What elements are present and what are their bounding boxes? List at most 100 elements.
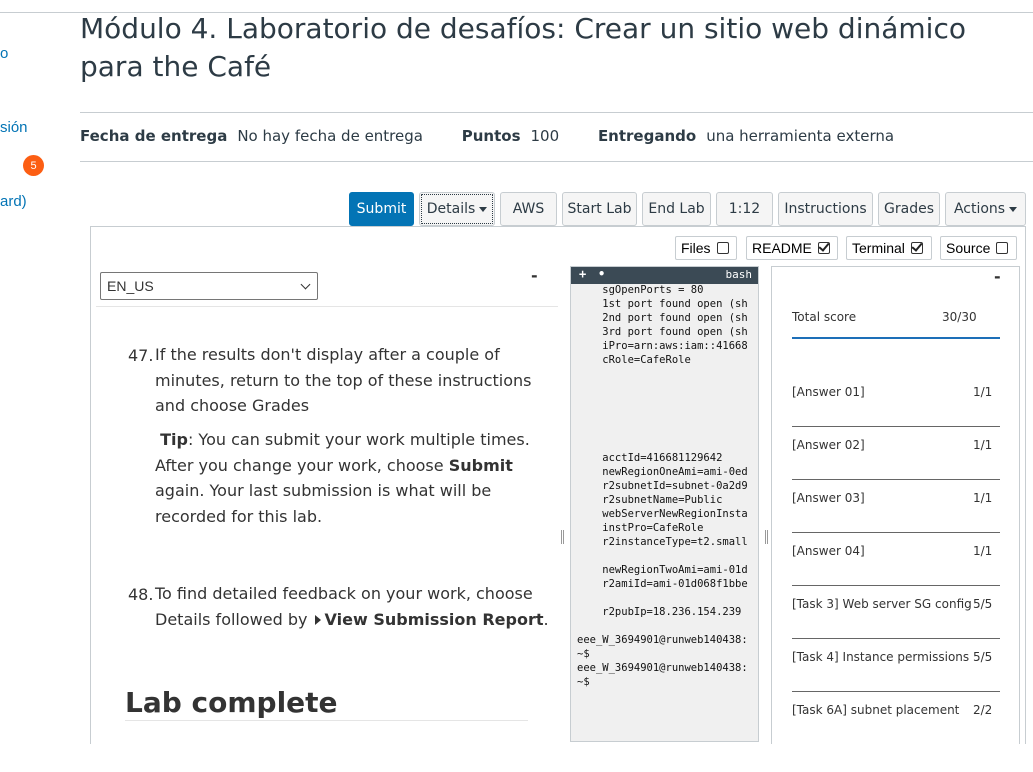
grade-row-label: [Task 4] Instance permissions bbox=[792, 650, 970, 664]
submit-emphasis: Submit bbox=[448, 455, 513, 475]
caret-down-icon bbox=[479, 206, 488, 212]
grade-row-score: 1/1 bbox=[973, 385, 993, 399]
grade-row-label: [Answer 04] bbox=[792, 544, 865, 558]
course-nav: o sión 5 ard) bbox=[0, 0, 60, 260]
grade-row: [Answer 04] 1/1 bbox=[792, 533, 1000, 586]
terminal-line: cRole=CafeRole bbox=[577, 354, 691, 366]
readme-toggle[interactable]: README bbox=[746, 236, 838, 260]
terminal-line: webServerNewRegionInsta bbox=[577, 508, 748, 520]
text-line: . bbox=[543, 609, 549, 629]
grade-row-score: 5/5 bbox=[973, 597, 993, 611]
grade-row-label: [Task 3] Web server SG config bbox=[792, 597, 972, 611]
assignment-details: Fecha de entrega No hay fecha de entrega … bbox=[80, 127, 928, 145]
resize-handle[interactable] bbox=[561, 530, 564, 544]
terminal-line: ~$ bbox=[577, 676, 590, 688]
nav-link-fragment[interactable]: ard) bbox=[0, 193, 27, 210]
terminal-line: newRegionTwoAmi=ami-01d bbox=[577, 564, 748, 576]
terminal-line: r2pubIp=18.236.154.239 bbox=[577, 606, 742, 618]
start-lab-button[interactable]: Start Lab bbox=[562, 192, 637, 226]
terminal-line: instPro=CafeRole bbox=[577, 522, 704, 534]
collapse-grades-button[interactable]: - bbox=[994, 267, 1001, 286]
terminal-line: ~$ bbox=[577, 648, 590, 660]
text-line: and choose Grades bbox=[155, 396, 310, 415]
terminal-line: 3rd port found open (sh bbox=[577, 326, 748, 338]
divider bbox=[80, 161, 1033, 162]
submitting-value: una herramienta externa bbox=[706, 127, 895, 145]
divider bbox=[96, 306, 558, 307]
terminal-tab-label[interactable]: bash bbox=[726, 268, 753, 281]
language-value: EN_US bbox=[107, 278, 154, 294]
grade-row: [Answer 02] 1/1 bbox=[792, 427, 1000, 480]
lab-complete-heading: Lab complete bbox=[125, 686, 338, 719]
collapse-readme-button[interactable]: - bbox=[531, 266, 538, 285]
grade-row-label: [Answer 03] bbox=[792, 491, 865, 505]
terminal-line: iPro=arn:aws:iam::41668 bbox=[577, 340, 748, 352]
terminal-line: r2instanceType=t2.small bbox=[577, 536, 748, 548]
session-timer: 1:12 bbox=[716, 192, 773, 226]
caret-right-icon bbox=[314, 614, 321, 625]
grades-pane: - Total score 30/30 [Answer 01] 1/1 [Answe… bbox=[771, 266, 1020, 744]
grade-row-label: [Task 6A] subnet placement bbox=[792, 703, 960, 717]
tip-label: Tip bbox=[160, 430, 188, 449]
step-47-text: If the results don't display after a cou… bbox=[155, 342, 531, 419]
terminal-tab-bar: + • bash bbox=[571, 267, 758, 284]
grade-row: [Task 3] Web server SG config 5/5 bbox=[792, 586, 1000, 639]
text-line: : You can submit your work multiple time… bbox=[187, 430, 530, 449]
divider bbox=[125, 720, 528, 721]
submit-button[interactable]: Submit bbox=[349, 192, 414, 226]
terminal-line: acctId=416681129642 bbox=[577, 452, 723, 464]
grade-row: [Answer 01] 1/1 bbox=[792, 374, 1000, 427]
grade-row-label: [Answer 01] bbox=[792, 385, 865, 399]
aws-button[interactable]: AWS bbox=[500, 192, 557, 226]
source-toggle-label: Source bbox=[946, 240, 991, 256]
actions-label: Actions bbox=[953, 201, 1006, 217]
files-toggle-label: Files bbox=[681, 240, 711, 256]
notification-badge: 5 bbox=[23, 155, 44, 176]
step-48-text: To find detailed feedback on your work, … bbox=[155, 581, 549, 632]
actions-button[interactable]: Actions bbox=[945, 192, 1026, 226]
grade-row-label: [Answer 02] bbox=[792, 438, 865, 452]
grades-button[interactable]: Grades bbox=[878, 192, 940, 226]
new-tab-button[interactable]: + bbox=[579, 267, 586, 281]
terminal-line: r2amiId=ami-01d068f1bbe bbox=[577, 578, 748, 590]
details-button[interactable]: Details bbox=[419, 192, 495, 226]
grade-row: [Task 6A] subnet placement 2/2 bbox=[792, 692, 1000, 744]
nav-link-fragment[interactable]: o bbox=[0, 45, 8, 62]
terminal-line: r2subnetId=subnet-0a2d9 bbox=[577, 480, 748, 492]
divider bbox=[80, 112, 1033, 113]
text-line: If the results don't display after a cou… bbox=[155, 345, 500, 364]
readme-toggle-label: README bbox=[752, 240, 812, 256]
resize-handle[interactable] bbox=[765, 530, 768, 544]
terminal-line: 2nd port found open (sh bbox=[577, 312, 748, 324]
grade-row: [Answer 03] 1/1 bbox=[792, 480, 1000, 533]
grade-row-score: 1/1 bbox=[973, 544, 993, 558]
points-label: Puntos bbox=[461, 127, 521, 145]
caret-down-icon bbox=[1009, 206, 1018, 212]
grade-row: [Task 4] Instance permissions 5/5 bbox=[792, 639, 1000, 692]
source-toggle[interactable]: Source bbox=[940, 236, 1017, 260]
grade-row-score: 1/1 bbox=[973, 491, 993, 505]
page-title: Módulo 4. Laboratorio de desafíos: Crear… bbox=[80, 12, 966, 83]
terminal-toggle-label: Terminal bbox=[852, 240, 905, 256]
text-line: After you change your work, choose bbox=[155, 455, 449, 475]
submitting-label: Entregando bbox=[597, 127, 697, 145]
files-toggle[interactable]: Files bbox=[675, 236, 737, 260]
chevron-down-icon bbox=[300, 279, 311, 290]
terminal-toggle[interactable]: Terminal bbox=[846, 236, 932, 260]
text-line: again. Your last submission is what will… bbox=[155, 481, 492, 500]
terminal-pane[interactable]: + • bash sgOpenPorts = 80 1st port found… bbox=[570, 266, 759, 742]
due-date-label: Fecha de entrega bbox=[80, 127, 228, 145]
end-lab-button[interactable]: End Lab bbox=[642, 192, 711, 226]
instructions-button[interactable]: Instructions bbox=[778, 192, 873, 226]
grade-row-score: 1/1 bbox=[973, 438, 993, 452]
terminal-line: 1st port found open (sh bbox=[577, 298, 748, 310]
terminal-line: newRegionOneAmi=ami-0ed bbox=[577, 466, 748, 478]
view-submission-report-emphasis: View Submission Report bbox=[324, 609, 544, 629]
tip-text: Tip: You can submit your work multiple t… bbox=[155, 427, 530, 529]
checkbox-checked-icon bbox=[817, 242, 830, 254]
step-number: 48. bbox=[128, 585, 154, 604]
terminal-line: eee_W_3694901@runweb140438: bbox=[577, 662, 748, 674]
language-select[interactable]: EN_US bbox=[100, 272, 318, 300]
nav-link-fragment[interactable]: sión bbox=[0, 119, 28, 136]
text-line: minutes, return to the top of these inst… bbox=[155, 370, 532, 390]
